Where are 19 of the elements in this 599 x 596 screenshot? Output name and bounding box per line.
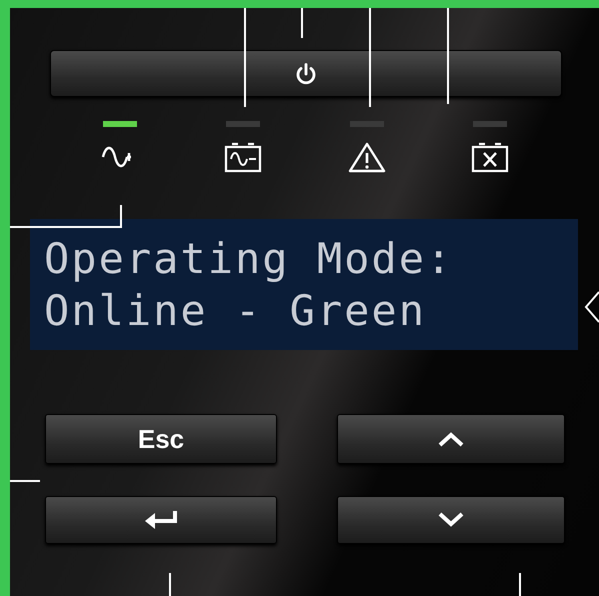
- leader-line: [10, 480, 40, 482]
- up-button[interactable]: [337, 414, 565, 464]
- caret-up-icon: [436, 430, 466, 448]
- leader-line: [169, 573, 171, 596]
- leader-line: [519, 573, 521, 596]
- leader-line: [584, 291, 599, 323]
- leader-line: [301, 8, 303, 38]
- down-button[interactable]: [337, 496, 565, 544]
- battery-wave-icon: [223, 141, 264, 173]
- power-button[interactable]: [50, 50, 562, 97]
- display-text: Operating Mode:: [44, 234, 454, 282]
- enter-button[interactable]: [45, 496, 277, 544]
- display-text: Online - Green: [44, 286, 428, 334]
- caret-down-icon: [436, 511, 466, 529]
- power-icon: [294, 62, 318, 86]
- escape-button[interactable]: Esc: [45, 414, 277, 464]
- battery-x-icon: [470, 141, 510, 173]
- enter-arrow-icon: [143, 510, 179, 530]
- warning-icon: [346, 141, 387, 173]
